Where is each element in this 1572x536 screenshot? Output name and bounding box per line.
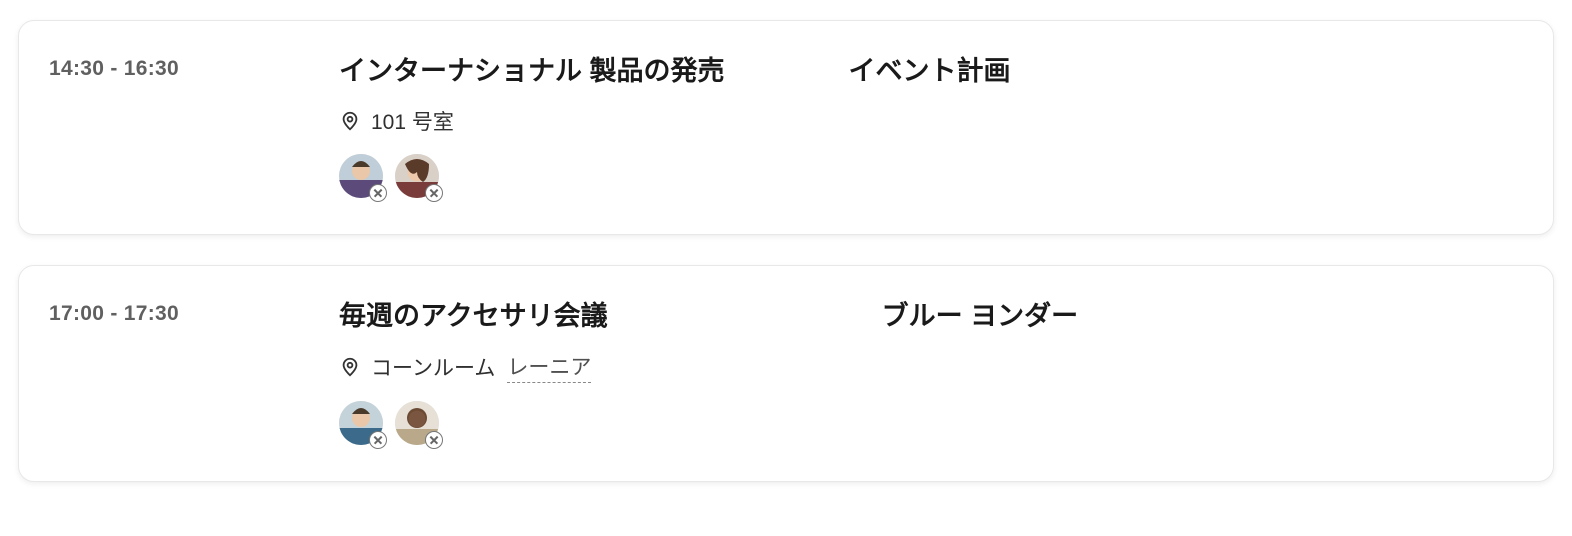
attendee-avatar[interactable] xyxy=(395,401,439,445)
event-content: 毎週のアクセサリ会議 ブルー ヨンダー コーンルーム レーニア xyxy=(339,294,1523,445)
event-title-primary: インターナショナル 製品の発売 xyxy=(339,49,725,88)
attendee-avatar[interactable] xyxy=(339,154,383,198)
event-location-primary: 101 号室 xyxy=(371,106,454,136)
event-title-row: 毎週のアクセサリ会議 ブルー ヨンダー xyxy=(339,294,1523,333)
event-attendees xyxy=(339,401,1523,445)
event-location-row: コーンルーム レーニア xyxy=(339,351,1523,383)
event-title-row: インターナショナル 製品の発売 イベント計画 xyxy=(339,49,1523,88)
attendee-avatar[interactable] xyxy=(339,401,383,445)
event-location-row: 101 号室 xyxy=(339,106,1523,136)
event-title-secondary: ブルー ヨンダー xyxy=(882,294,1079,333)
attendee-avatar[interactable] xyxy=(395,154,439,198)
event-title-primary: 毎週のアクセサリ会議 xyxy=(339,294,608,333)
presence-unknown-icon xyxy=(369,184,387,202)
event-title-secondary: イベント計画 xyxy=(849,49,1011,88)
location-icon xyxy=(339,110,361,132)
agenda-card[interactable]: 17:00 - 17:30 毎週のアクセサリ会議 ブルー ヨンダー コーンルーム… xyxy=(18,265,1554,482)
agenda-list: 14:30 - 16:30 インターナショナル 製品の発売 イベント計画 101… xyxy=(0,0,1572,532)
presence-unknown-icon xyxy=(425,184,443,202)
event-location-primary: コーンルーム xyxy=(371,352,495,382)
location-icon xyxy=(339,356,361,378)
event-time: 17:00 - 17:30 xyxy=(49,294,339,326)
event-content: インターナショナル 製品の発売 イベント計画 101 号室 xyxy=(339,49,1523,198)
event-time: 14:30 - 16:30 xyxy=(49,49,339,81)
presence-unknown-icon xyxy=(425,431,443,449)
agenda-card[interactable]: 14:30 - 16:30 インターナショナル 製品の発売 イベント計画 101… xyxy=(18,20,1554,235)
presence-unknown-icon xyxy=(369,431,387,449)
event-attendees xyxy=(339,154,1523,198)
event-location-secondary[interactable]: レーニア xyxy=(507,351,591,383)
